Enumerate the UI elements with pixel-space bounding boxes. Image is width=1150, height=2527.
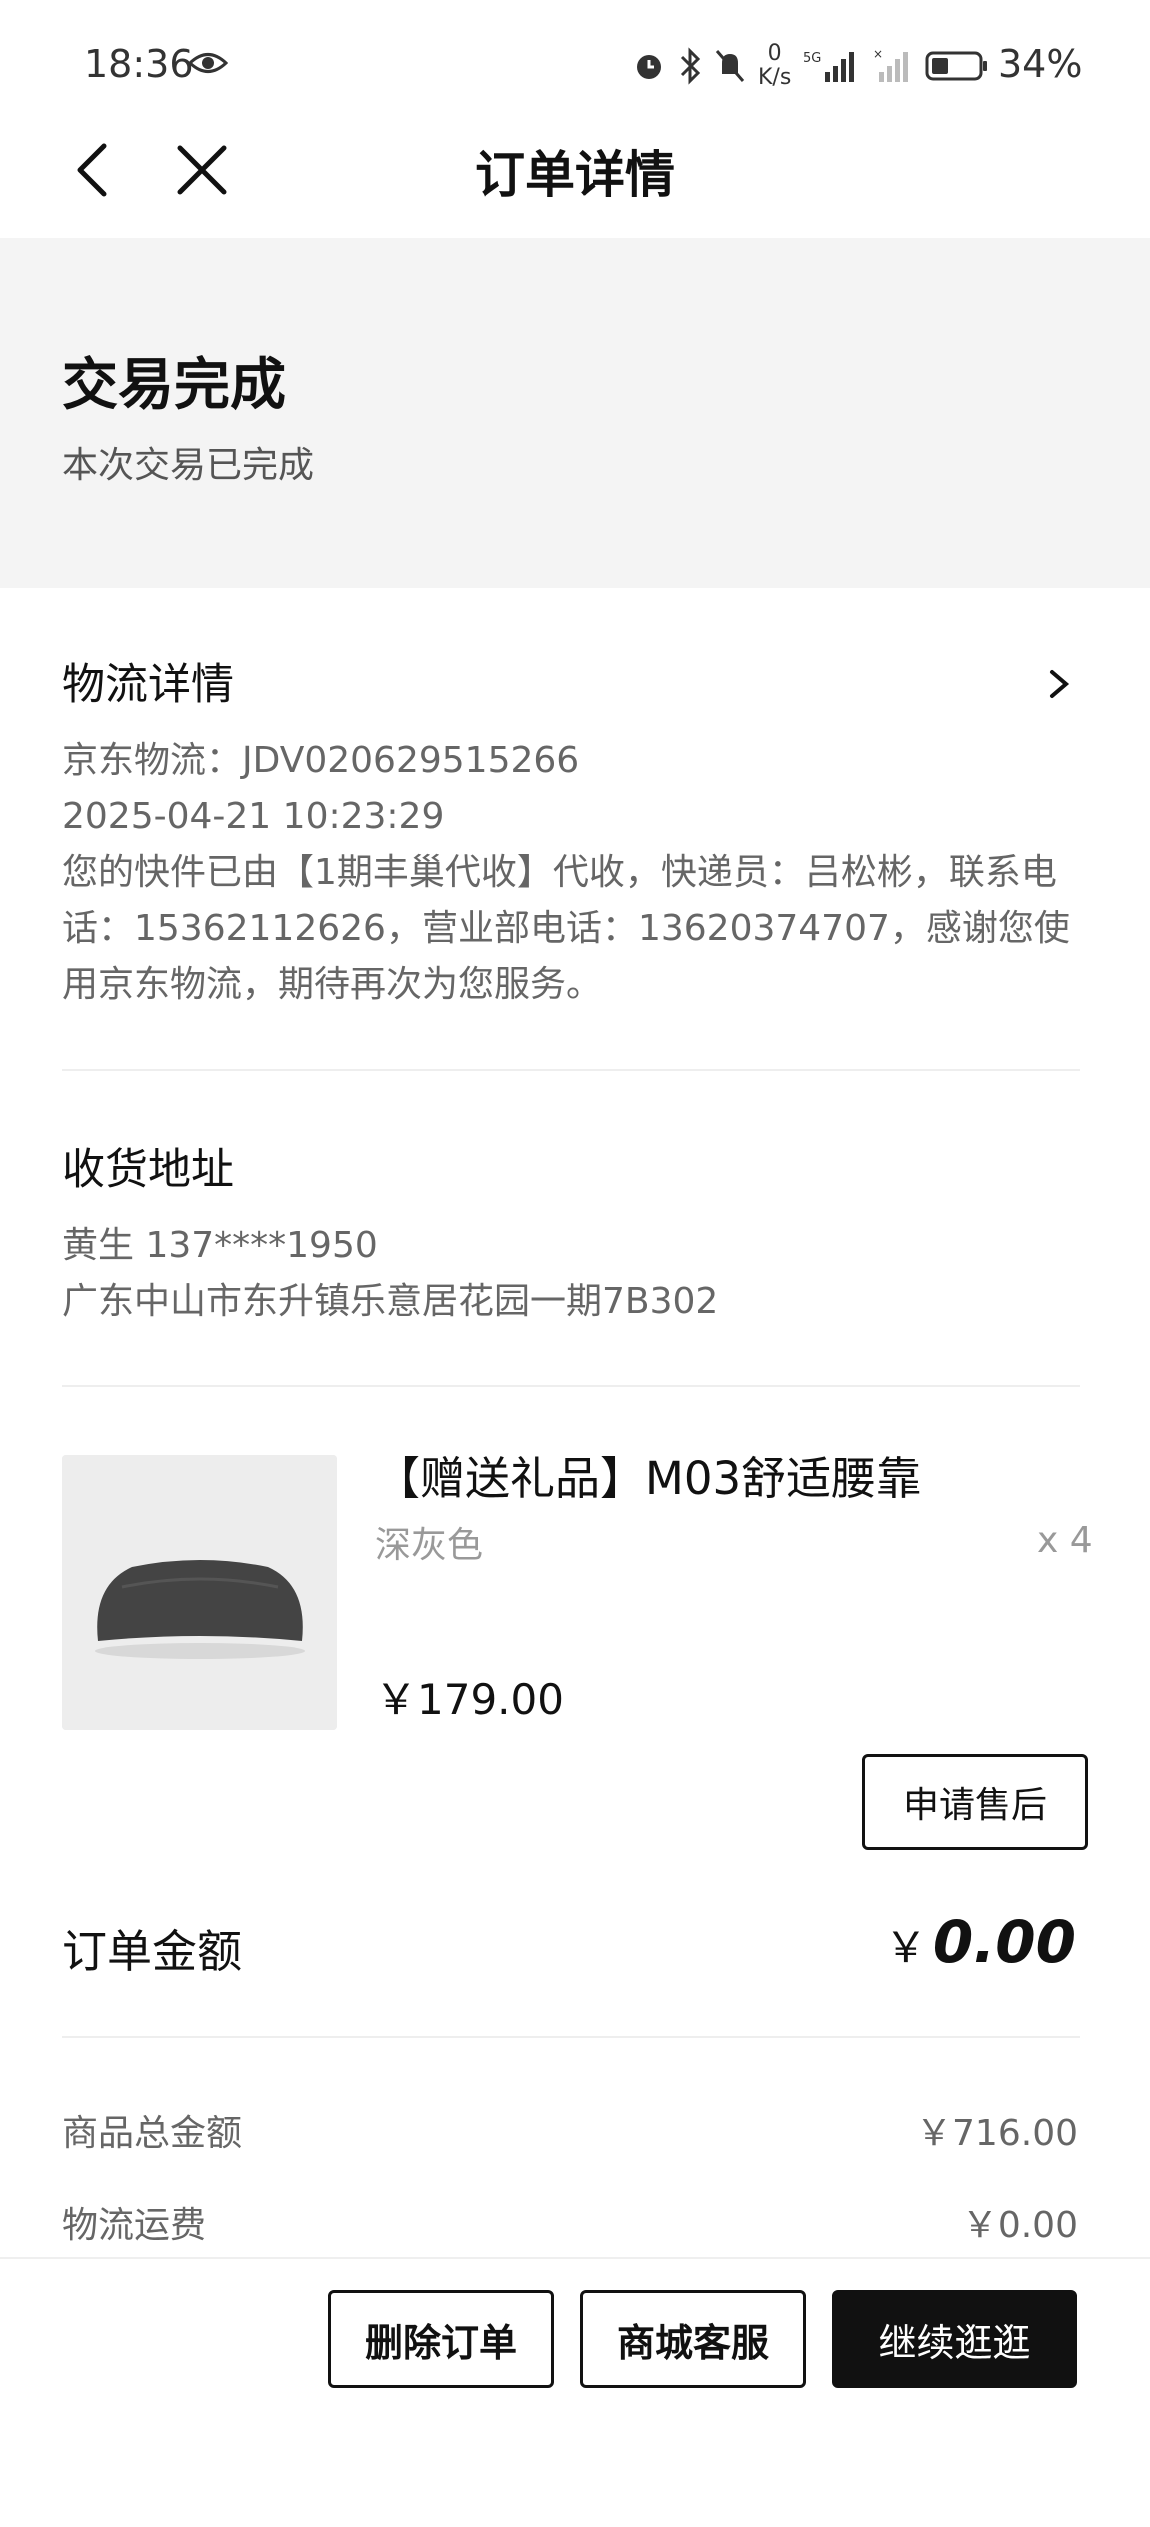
chevron-right-icon[interactable]: [1046, 664, 1074, 704]
product-quantity: x 4: [1037, 1520, 1093, 1561]
order-amount-number: 0.00: [932, 1908, 1076, 1976]
eye-icon: [188, 53, 228, 73]
continue-shopping-button[interactable]: 继续逛逛: [832, 2290, 1077, 2388]
logistics-timestamp: 2025-04-21 10:23:29: [62, 796, 445, 837]
product-image[interactable]: [62, 1455, 337, 1730]
customer-service-button[interactable]: 商城客服: [580, 2290, 806, 2388]
order-amount-value: ￥ 0.00: [885, 1908, 1076, 1976]
divider: [62, 1385, 1080, 1387]
battery-percent: 34%: [998, 42, 1083, 86]
net-speed: 0 K/s: [758, 41, 792, 90]
divider: [62, 1069, 1080, 1071]
currency-symbol: ￥: [884, 1923, 927, 1972]
order-amount-label: 订单金额: [62, 1925, 243, 1978]
address-info: 黄生 137****1950 广东中山市东升镇乐意居花园一期7B302: [62, 1218, 1092, 1330]
mute-icon: [715, 50, 745, 82]
page-title: 订单详情: [475, 146, 675, 204]
summary-value-goods: ￥716.00: [916, 2113, 1078, 2154]
alarm-icon: [637, 55, 661, 79]
product-name[interactable]: 【赠送礼品】M03舒适腰靠: [375, 1442, 921, 1507]
svg-text:5G: 5G: [803, 51, 821, 66]
order-status-title: 交易完成: [62, 353, 286, 418]
divider: [62, 2036, 1080, 2038]
after-sale-button[interactable]: 申请售后: [862, 1754, 1088, 1850]
summary-value-shipping: ￥0.00: [961, 2205, 1078, 2246]
status-bar: 18:36 0 K/s 5G × 34%: [0, 0, 1150, 130]
battery-icon: [925, 51, 988, 81]
logistics-message: 您的快件已由【1期丰巢代收】代收，快递员：吕松彬，联系电话：1536211262…: [62, 852, 1070, 1005]
address-title: 收货地址: [62, 1145, 234, 1195]
status-time: 18:36: [84, 42, 194, 86]
logistics-info: 京东物流：JDV020629515266 2025-04-21 10:23:29…: [62, 733, 1092, 1013]
svg-text:×: ×: [873, 48, 883, 61]
product-price: ￥179.00: [375, 1675, 564, 1724]
status-icons: 0 K/s 5G ×: [632, 41, 989, 90]
summary-label-shipping: 物流运费: [62, 2205, 207, 2246]
logistics-title[interactable]: 物流详情: [62, 650, 234, 712]
address-detail: 广东中山市东升镇乐意居花园一期7B302: [62, 1281, 719, 1322]
signal-icon: ×: [873, 48, 909, 82]
logistics-carrier: 京东物流：JDV020629515266: [62, 740, 580, 781]
order-status-subtitle: 本次交易已完成: [62, 445, 315, 486]
summary-label-goods: 商品总金额: [62, 2113, 243, 2154]
product-variant: 深灰色: [375, 1525, 484, 1566]
lumbar-pillow-image: [62, 1455, 337, 1730]
delete-order-button[interactable]: 删除订单: [328, 2290, 554, 2388]
address-contact: 黄生 137****1950: [62, 1225, 378, 1266]
bluetooth-icon: [680, 47, 701, 85]
signal-5g-icon: 5G: [803, 51, 855, 82]
